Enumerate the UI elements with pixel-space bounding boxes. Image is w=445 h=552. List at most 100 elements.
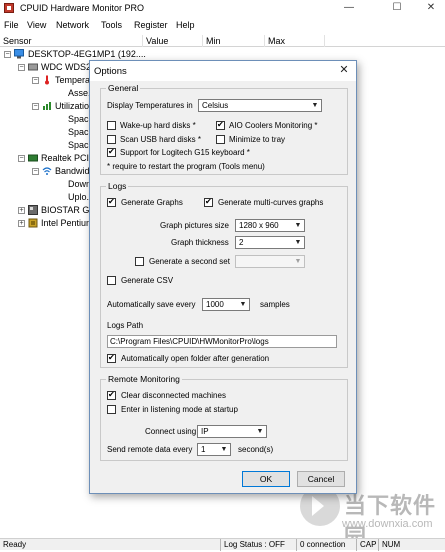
listening-mode-checkbox[interactable] — [107, 405, 116, 414]
menu-help[interactable]: Help — [176, 20, 195, 30]
clear-disconnected-checkbox[interactable] — [107, 390, 116, 400]
second-set-select[interactable]: ▼ — [235, 255, 305, 268]
options-dialog: Options ✕ General Display Temperatures i… — [89, 60, 357, 494]
send-every-label: Send remote data every — [107, 445, 193, 454]
cpu-icon — [28, 218, 38, 228]
menu-bar: File View Network Tools Register Help — [0, 18, 445, 34]
generate-csv-checkbox[interactable] — [107, 276, 116, 285]
remote-group-label: Remote Monitoring — [106, 374, 182, 384]
chevron-down-icon: ▼ — [220, 446, 228, 453]
clear-disconnected-label: Clear disconnected machines — [121, 391, 226, 400]
general-group: General Display Temperatures in Celsius … — [100, 83, 348, 175]
thermometer-icon — [45, 75, 49, 85]
send-every-unit: second(s) — [238, 445, 274, 454]
cancel-button[interactable]: Cancel — [297, 471, 345, 487]
window-title: CPUID Hardware Monitor PRO — [20, 3, 145, 13]
connect-using-label: Connect using — [145, 427, 197, 436]
generate-csv-label: Generate CSV — [121, 276, 174, 285]
menu-file[interactable]: File — [4, 20, 19, 30]
minimize-button[interactable]: — — [336, 0, 362, 17]
logs-path-input[interactable]: C:\Program Files\CPUID\HWMonitorPro\logs — [107, 335, 337, 348]
temperature-unit-value: Celsius — [202, 101, 229, 110]
menu-tools[interactable]: Tools — [101, 20, 122, 30]
chevron-down-icon: ▼ — [239, 301, 247, 308]
status-num: NUM — [378, 539, 400, 551]
wake-up-label: Wake-up hard disks * — [120, 121, 196, 130]
main-titlebar[interactable]: CPUID Hardware Monitor PRO — ☐ ✕ — [0, 0, 445, 17]
open-folder-checkbox[interactable] — [107, 353, 116, 363]
pic-size-select[interactable]: 1280 x 960 ▼ — [235, 219, 305, 232]
logs-group-label: Logs — [106, 181, 129, 191]
autosave-unit: samples — [260, 300, 290, 309]
expand-toggle[interactable]: + — [18, 207, 25, 214]
chevron-down-icon: ▼ — [256, 428, 264, 435]
ok-button[interactable]: OK — [242, 471, 290, 487]
chevron-down-icon: ▼ — [294, 239, 302, 246]
open-folder-label: Automatically open folder after generati… — [121, 354, 270, 363]
thickness-value: 2 — [239, 238, 244, 247]
watermark-url: www.downxia.com — [342, 518, 433, 530]
disk-icon — [28, 63, 38, 71]
expand-toggle[interactable]: − — [32, 103, 39, 110]
expand-toggle[interactable]: + — [18, 220, 25, 227]
connect-using-value: IP — [201, 427, 209, 436]
display-temp-label: Display Temperatures in — [107, 101, 193, 110]
dialog-close-icon[interactable]: ✕ — [338, 64, 350, 76]
restart-note: * require to restart the program (Tools … — [107, 162, 265, 171]
network-card-icon — [28, 154, 38, 162]
remote-group: Remote Monitoring Clear disconnected mac… — [100, 374, 348, 461]
listening-mode-label: Enter in listening mode at startup — [121, 405, 238, 414]
col-max[interactable]: Max — [265, 35, 325, 47]
menu-view[interactable]: View — [27, 20, 46, 30]
multi-curves-checkbox[interactable] — [204, 197, 213, 207]
thickness-label: Graph thickness — [171, 238, 229, 247]
temperature-unit-select[interactable]: Celsius ▼ — [198, 99, 322, 112]
maximize-button[interactable]: ☐ — [384, 0, 410, 17]
general-group-label: General — [106, 83, 141, 93]
minimize-label: Minimize to tray — [229, 135, 286, 144]
col-value[interactable]: Value — [143, 35, 203, 47]
expand-toggle[interactable]: − — [4, 51, 11, 58]
wake-up-checkbox[interactable] — [107, 121, 116, 130]
thickness-select[interactable]: 2 ▼ — [235, 236, 305, 249]
send-every-select[interactable]: 1 ▼ — [197, 443, 231, 456]
app-icon — [4, 3, 14, 13]
dialog-titlebar[interactable]: Options ✕ — [90, 61, 356, 81]
aio-label: AIO Coolers Monitoring * — [229, 121, 318, 130]
close-button[interactable]: ✕ — [418, 0, 444, 17]
pic-size-label: Graph pictures size — [160, 221, 229, 230]
scan-usb-checkbox[interactable] — [107, 135, 116, 144]
generate-graphs-label: Generate Graphs — [121, 198, 183, 207]
chevron-down-icon: ▼ — [294, 258, 302, 265]
minimize-checkbox[interactable] — [216, 135, 225, 144]
status-log: Log Status : OFF — [220, 539, 285, 551]
status-ready: Ready — [3, 540, 27, 549]
menu-network[interactable]: Network — [56, 20, 89, 30]
connect-using-select[interactable]: IP ▼ — [197, 425, 267, 438]
aio-checkbox[interactable] — [216, 120, 225, 130]
pic-size-value: 1280 x 960 — [239, 221, 279, 230]
expand-toggle[interactable]: − — [32, 77, 39, 84]
computer-icon — [14, 49, 24, 59]
menu-register[interactable]: Register — [134, 20, 168, 30]
utilization-icon — [43, 102, 51, 110]
chevron-down-icon: ▼ — [311, 102, 319, 109]
col-sensor[interactable]: Sensor — [0, 35, 143, 47]
logitech-checkbox[interactable] — [107, 147, 116, 157]
expand-toggle[interactable]: − — [18, 64, 25, 71]
second-set-checkbox[interactable] — [135, 257, 144, 266]
col-min[interactable]: Min — [203, 35, 265, 47]
chevron-down-icon: ▼ — [294, 222, 302, 229]
logitech-label: Support for Logitech G15 keyboard * — [120, 148, 250, 157]
autosave-select[interactable]: 1000 ▼ — [202, 298, 250, 311]
logs-path-label: Logs Path — [107, 321, 144, 330]
logs-group: Logs Generate Graphs Generate multi-curv… — [100, 181, 348, 368]
autosave-label: Automatically save every — [107, 300, 196, 309]
expand-toggle[interactable]: − — [32, 168, 39, 175]
scan-usb-label: Scan USB hard disks * — [120, 135, 201, 144]
column-header: Sensor Value Min Max — [0, 35, 445, 47]
status-bar: Ready Log Status : OFF 0 connection CAP … — [0, 538, 445, 551]
wifi-icon — [42, 167, 52, 175]
expand-toggle[interactable]: − — [18, 155, 25, 162]
generate-graphs-checkbox[interactable] — [107, 197, 116, 207]
